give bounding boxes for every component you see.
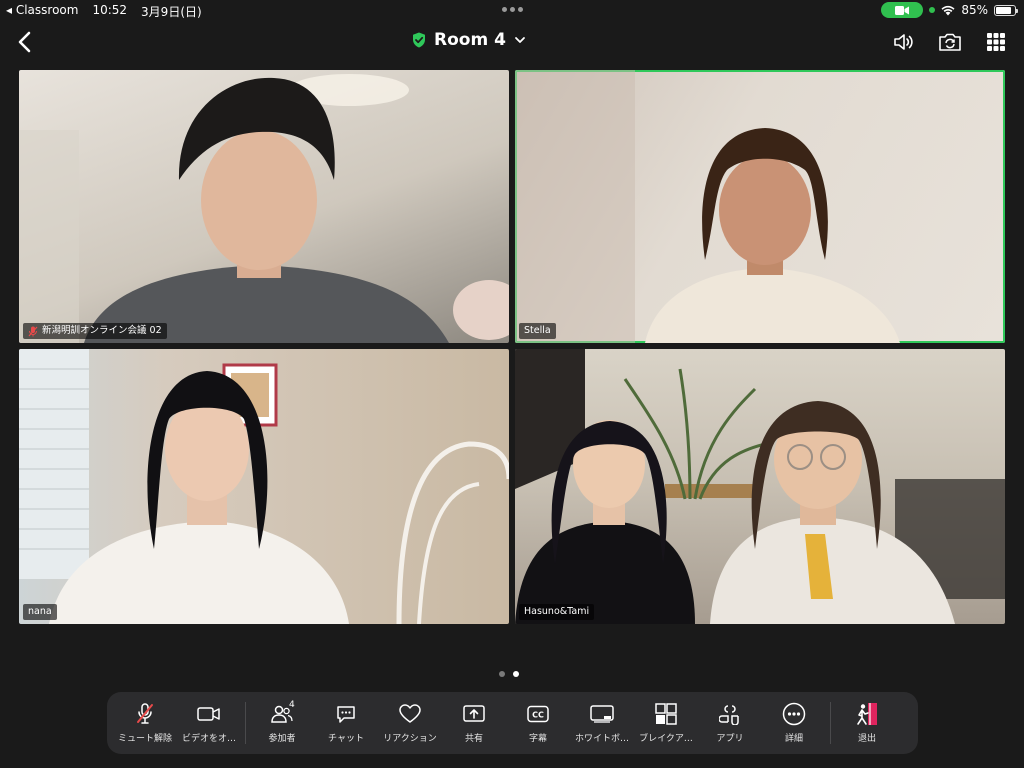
- toolbar-divider: [830, 702, 831, 744]
- back-to-app-link[interactable]: ◂ Classroom: [6, 3, 78, 20]
- participants-button[interactable]: 4 参加者: [250, 696, 314, 750]
- apps-icon: [719, 705, 739, 725]
- participant-video: [19, 74, 509, 343]
- heart-icon: [399, 704, 421, 723]
- start-video-button[interactable]: ビデオをオ…: [177, 696, 241, 750]
- video-camera-icon: [197, 707, 220, 721]
- participant-nametag: 新潟明訓オンライン会議 02: [23, 323, 167, 339]
- multitasking-dots[interactable]: [502, 7, 523, 12]
- room-name: Room 4: [434, 30, 506, 50]
- camera-switch-icon: [939, 33, 961, 51]
- mic-muted-icon: [137, 703, 153, 724]
- leave-button[interactable]: 退出: [835, 696, 899, 750]
- breakout-rooms-label: ブレイクア…: [639, 734, 693, 744]
- battery-icon: [994, 4, 1018, 16]
- more-button[interactable]: 詳細: [762, 696, 826, 750]
- chat-icon: [337, 706, 355, 723]
- gallery-view-button[interactable]: [982, 28, 1010, 56]
- status-date: 3月9日(日): [141, 5, 202, 19]
- page-indicator[interactable]: [499, 671, 519, 677]
- participant-name: nana: [28, 606, 52, 617]
- room-selector[interactable]: Room 4: [412, 30, 526, 50]
- video-tile-1[interactable]: 新潟明訓オンライン会議 02: [19, 70, 509, 343]
- meeting-toolbar: ミュート解除 ビデオをオ… 4 参加者 チャット リアクション 共有 CC 字幕…: [107, 692, 918, 754]
- apps-button[interactable]: アプリ: [698, 696, 762, 750]
- speaker-button[interactable]: [890, 28, 918, 56]
- start-video-label: ビデオをオ…: [181, 734, 236, 744]
- breakout-rooms-button[interactable]: ブレイクア…: [634, 696, 698, 750]
- shield-check-icon: [413, 32, 425, 48]
- apps-label: アプリ: [716, 734, 744, 744]
- participants-label: 参加者: [268, 734, 296, 744]
- meeting-header: Room 4: [0, 24, 1024, 60]
- grid-icon: [987, 33, 1005, 51]
- captions-button[interactable]: CC 字幕: [506, 696, 570, 750]
- participant-video: [515, 349, 1005, 624]
- more-icon: [782, 702, 806, 726]
- unmute-label: ミュート解除: [117, 734, 172, 744]
- mic-muted-icon: [28, 326, 38, 336]
- chevron-down-icon: [515, 37, 525, 43]
- participant-name: Stella: [524, 325, 551, 336]
- share-screen-icon: [463, 705, 485, 722]
- participant-video: [19, 349, 509, 624]
- participants-count: 4: [289, 700, 295, 710]
- video-tile-3[interactable]: nana: [19, 349, 509, 624]
- closed-captions-icon: CC: [527, 705, 549, 723]
- page-dot[interactable]: [499, 671, 505, 677]
- page-dot[interactable]: [513, 671, 519, 677]
- switch-camera-button[interactable]: [936, 28, 964, 56]
- chat-button[interactable]: チャット: [314, 696, 378, 750]
- video-tile-4[interactable]: Hasuno&Tami: [515, 349, 1005, 624]
- participant-video: [515, 70, 900, 343]
- whiteboard-label: ホワイトボ…: [574, 734, 629, 744]
- status-time: 10:52: [92, 3, 128, 17]
- back-button[interactable]: [10, 28, 38, 56]
- chat-label: チャット: [328, 734, 364, 744]
- whiteboard-icon: [590, 705, 614, 723]
- participant-nametag: Stella: [519, 323, 556, 339]
- camera-in-use-indicator[interactable]: [881, 2, 924, 18]
- status-bar: ◂ Classroom 10:52 3月9日(日) 85%: [0, 0, 1024, 20]
- share-button[interactable]: 共有: [442, 696, 506, 750]
- unmute-button[interactable]: ミュート解除: [113, 696, 177, 750]
- leave-icon: [857, 703, 877, 725]
- video-tile-2[interactable]: Stella: [515, 70, 1005, 343]
- participant-nametag: Hasuno&Tami: [519, 604, 595, 620]
- whiteboard-button[interactable]: ホワイトボ…: [570, 696, 634, 750]
- battery-percent: 85%: [961, 3, 988, 17]
- participant-nametag: nana: [23, 604, 57, 620]
- leave-label: 退出: [857, 734, 876, 744]
- speaker-icon: [894, 34, 913, 50]
- back-icon: [18, 31, 31, 53]
- more-label: 詳細: [784, 734, 803, 744]
- participant-name: 新潟明訓オンライン会議 02: [42, 325, 162, 336]
- reactions-button[interactable]: リアクション: [378, 696, 442, 750]
- toolbar-divider: [245, 702, 246, 744]
- reactions-label: リアクション: [383, 734, 437, 744]
- wifi-icon: [941, 5, 955, 15]
- video-camera-icon: [895, 5, 910, 15]
- recording-dot: [929, 7, 936, 13]
- captions-label: 字幕: [528, 734, 547, 744]
- participant-name: Hasuno&Tami: [524, 606, 590, 617]
- svg-text:CC: CC: [532, 711, 544, 720]
- share-label: 共有: [464, 734, 483, 744]
- breakout-rooms-icon: [655, 703, 677, 725]
